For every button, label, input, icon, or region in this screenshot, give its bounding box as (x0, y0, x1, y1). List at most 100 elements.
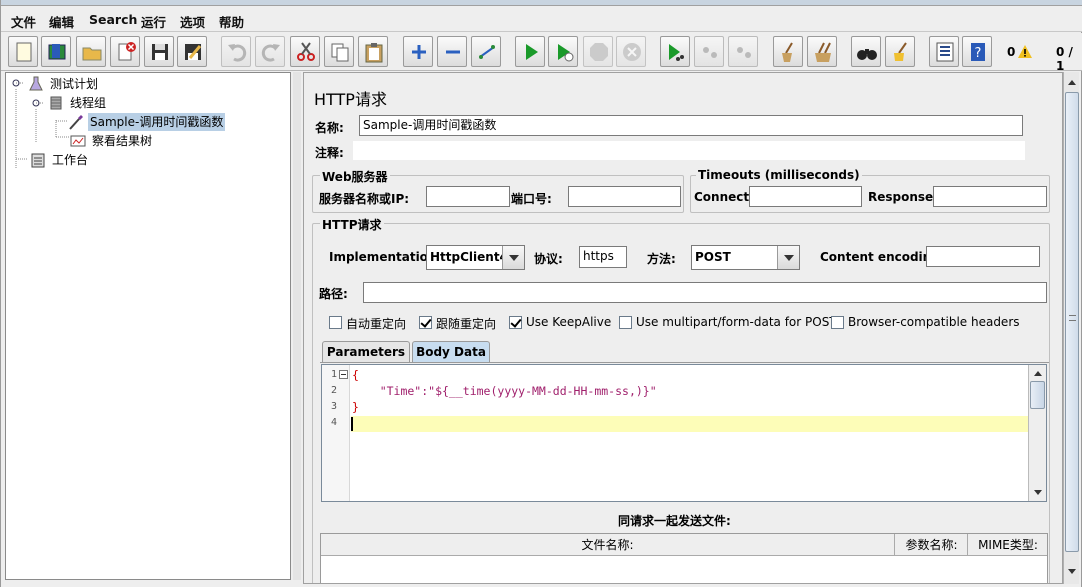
tab-body-data[interactable]: Body Data (412, 341, 490, 363)
editor-scrollbar[interactable] (1028, 365, 1046, 501)
encoding-field[interactable] (926, 246, 1040, 267)
pipette-icon (69, 115, 83, 130)
follow-redirect-label: 跟随重定向 (436, 317, 497, 331)
clipboard-icon (31, 153, 45, 168)
column-param-name[interactable]: 参数名称: (896, 534, 968, 556)
follow-redirect-checkbox[interactable] (419, 316, 432, 329)
name-field[interactable]: Sample-调用时间戳函数 (359, 115, 1023, 136)
files-table: 文件名称: 参数名称: MIME类型: (320, 533, 1048, 583)
chevron-down-icon[interactable] (777, 246, 799, 269)
copy-button[interactable] (324, 36, 354, 67)
start-no-pause-button[interactable] (548, 36, 578, 67)
path-field[interactable] (363, 282, 1047, 303)
column-filename[interactable]: 文件名称: (321, 534, 895, 556)
undo-button[interactable] (221, 36, 251, 67)
open-button[interactable] (76, 36, 106, 67)
warning-count: 0 (1007, 45, 1016, 59)
menu-file[interactable]: 文件 (11, 12, 36, 31)
help-icon: ? (971, 43, 985, 61)
method-label: 方法: (647, 252, 676, 266)
comment-field[interactable] (353, 141, 1025, 160)
body-data-editor[interactable]: 1 2 3 4 { "Time":"${__time(yyyy-MM-dd-HH… (321, 364, 1047, 502)
line-number: 3 (331, 401, 338, 412)
server-field[interactable] (426, 186, 510, 207)
menu-search[interactable]: Search (89, 12, 137, 27)
expand-button[interactable] (403, 36, 433, 67)
connect-field[interactable] (749, 186, 862, 207)
code-line: } (352, 400, 359, 414)
templates-button[interactable] (41, 36, 71, 67)
paste-button[interactable] (358, 36, 388, 67)
tab-divider (320, 362, 1049, 363)
menu-options[interactable]: 选项 (180, 12, 205, 31)
panel-scroll-thumb[interactable] (1065, 92, 1079, 552)
http-request-panel: HTTP请求 名称: Sample-调用时间戳函数 注释: Web服务器 服务器… (303, 72, 1063, 584)
implementation-value: HttpClient4 (430, 250, 508, 264)
comment-label: 注释: (315, 146, 344, 160)
column-mime-type[interactable]: MIME类型: (969, 534, 1047, 556)
line-number: 4 (331, 417, 338, 428)
save-button[interactable] (144, 36, 174, 67)
chevron-down-icon[interactable] (502, 246, 524, 269)
list-icon (936, 42, 954, 62)
browser-headers-label: Browser-compatible headers (848, 315, 1020, 329)
help-button[interactable]: ? (962, 36, 992, 67)
port-field[interactable] (568, 186, 681, 207)
clipboard-icon (365, 43, 383, 63)
start-button[interactable] (515, 36, 545, 67)
connect-label: Connect: (694, 190, 754, 204)
menu-edit[interactable]: 编辑 (49, 12, 74, 31)
implementation-select[interactable]: HttpClient4 (426, 245, 525, 270)
keepalive-label: Use KeepAlive (526, 315, 612, 329)
clear-button[interactable] (773, 36, 803, 67)
cut-button[interactable] (290, 36, 320, 67)
files-title: 同请求一起发送文件: (618, 514, 731, 528)
remote-stop-button[interactable] (694, 36, 724, 67)
panel-scrollbar[interactable] (1063, 72, 1079, 584)
auto-redirect-checkbox[interactable] (329, 316, 342, 329)
scissors-icon (297, 42, 315, 61)
toggle-button[interactable] (471, 36, 501, 67)
reset-search-button[interactable] (885, 36, 915, 67)
spool-icon (50, 96, 62, 110)
clear-all-button[interactable] (807, 36, 837, 67)
scroll-down-icon[interactable] (1065, 566, 1079, 578)
binoculars-icon (857, 49, 877, 60)
keepalive-checkbox[interactable] (509, 316, 522, 329)
remote-stop-icon (703, 47, 717, 58)
close-button[interactable] (110, 36, 140, 67)
shutdown-button[interactable] (616, 36, 646, 67)
save-as-button[interactable] (177, 36, 207, 67)
menu-help[interactable]: 帮助 (219, 12, 244, 31)
scroll-up-icon[interactable] (1065, 76, 1079, 88)
response-field[interactable] (933, 186, 1047, 207)
multipart-label: Use multipart/form-data for POST (636, 315, 837, 329)
play-icon (526, 44, 538, 60)
function-helper-button[interactable] (929, 36, 959, 67)
chart-icon (70, 135, 86, 147)
warning-icon (1018, 45, 1032, 58)
remote-start-button[interactable] (660, 36, 690, 67)
menu-run[interactable]: 运行 (141, 12, 166, 31)
split-divider[interactable] (293, 72, 301, 580)
redo-button[interactable] (255, 36, 285, 67)
stop-button[interactable] (583, 36, 613, 67)
name-label: 名称: (315, 121, 344, 135)
remote-shutdown-button[interactable] (728, 36, 758, 67)
files-table-header: 文件名称: 参数名称: MIME类型: (321, 534, 1047, 556)
search-button[interactable] (851, 36, 881, 67)
fold-collapse-icon[interactable] (339, 370, 349, 380)
tab-parameters[interactable]: Parameters (322, 341, 410, 363)
protocol-field[interactable]: https (579, 246, 627, 268)
floppy-icon (152, 44, 168, 60)
line-number: 2 (331, 385, 338, 396)
multipart-checkbox[interactable] (619, 316, 632, 329)
new-button[interactable] (8, 36, 38, 67)
browser-headers-checkbox[interactable] (831, 316, 844, 329)
current-line-highlight (351, 416, 1028, 432)
scroll-up-icon[interactable] (1031, 367, 1045, 379)
scroll-thumb[interactable] (1030, 381, 1045, 409)
scroll-down-icon[interactable] (1031, 487, 1045, 499)
method-select[interactable]: POST (691, 245, 800, 270)
collapse-button[interactable] (437, 36, 467, 67)
